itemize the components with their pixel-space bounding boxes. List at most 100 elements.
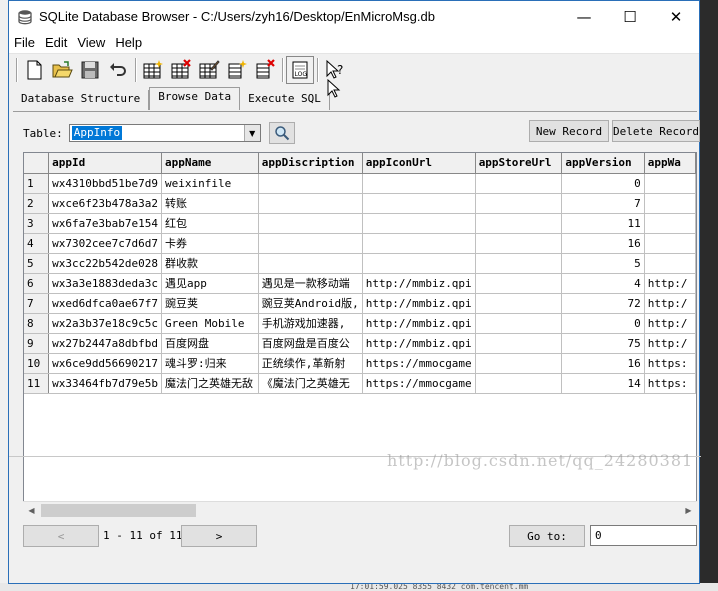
row-number[interactable]: 1 [24,173,50,194]
row-number[interactable]: 5 [24,253,50,274]
cell-appiconurl[interactable] [362,213,476,234]
cell-appwa[interactable] [644,233,696,254]
create-table-button[interactable] [139,56,167,84]
cell-appname[interactable]: 百度网盘 [161,333,259,354]
column-header-appname[interactable]: appName [161,153,259,174]
cell-appstoreurl[interactable] [475,173,563,194]
cell-appname[interactable]: 遇见app [161,273,259,294]
cell-appiconurl[interactable]: http://mmbiz.qpi [362,313,476,334]
row-number[interactable]: 11 [24,373,50,394]
table-row[interactable]: 10 wx6ce9dd56690217 魂斗罗:归来 正统续作,革新射 https://… [24,353,696,374]
cell-appname[interactable]: 转账 [161,193,259,214]
cell-appdiscription[interactable] [258,233,363,254]
cell-appid[interactable]: wx33464fb7d79e5b [48,373,163,394]
cell-appversion[interactable]: 14 [561,373,645,394]
menu-help[interactable]: Help [115,35,142,50]
next-page-button[interactable]: > [181,525,257,547]
column-header-appid[interactable]: appId [48,153,163,174]
row-number[interactable]: 6 [24,273,50,294]
cell-appid[interactable]: wx3a3e1883deda3c [48,273,163,294]
cell-appwa[interactable]: http:/ [644,313,696,334]
column-header-appdiscription[interactable]: appDiscription [258,153,363,174]
row-number[interactable]: 8 [24,313,50,334]
tab-browse-data[interactable]: Browse Data [149,87,241,110]
cell-appwa[interactable] [644,193,696,214]
row-number[interactable]: 10 [24,353,50,374]
menu-view[interactable]: View [77,35,105,50]
cell-appdiscription[interactable]: 手机游戏加速器, [258,313,363,334]
cell-appname[interactable]: 红包 [161,213,259,234]
goto-button[interactable]: Go to: [509,525,585,547]
table-combobox[interactable]: AppInfo ▼ [68,124,261,142]
cell-appwa[interactable]: http:/ [644,293,696,314]
column-header-appstoreurl[interactable]: appStoreUrl [475,153,563,174]
cell-appiconurl[interactable] [362,233,476,254]
table-row[interactable]: 5 wx3cc22b542de028 群收款 5 [24,253,696,274]
cell-appdiscription[interactable] [258,193,363,214]
log-button[interactable]: LOG [286,56,314,84]
cell-appid[interactable]: wx6fa7e3bab7e154 [48,213,163,234]
cell-appdiscription[interactable] [258,253,363,274]
cell-appid[interactable]: wx27b2447a8dbfbd [48,333,163,354]
cell-appversion[interactable]: 0 [561,173,645,194]
cell-appname[interactable]: 魔法门之英雄无敌 [161,373,259,394]
cell-appstoreurl[interactable] [475,333,563,354]
cell-appstoreurl[interactable] [475,213,563,234]
column-header-appversion[interactable]: appVersion [561,153,645,174]
cell-appversion[interactable]: 4 [561,273,645,294]
cell-appversion[interactable]: 72 [561,293,645,314]
cell-appiconurl[interactable]: https://mmocgame [362,373,476,394]
goto-input[interactable]: 0 [590,525,697,546]
cell-appversion[interactable]: 16 [561,233,645,254]
cell-appversion[interactable]: 75 [561,333,645,354]
cell-appstoreurl[interactable] [475,293,563,314]
cell-appwa[interactable]: https: [644,353,696,374]
cell-appversion[interactable]: 5 [561,253,645,274]
table-row[interactable]: 3 wx6fa7e3bab7e154 红包 11 [24,213,696,234]
cell-appname[interactable]: 卡券 [161,233,259,254]
search-button[interactable] [268,122,295,144]
scroll-left-icon[interactable]: ◀ [23,502,40,519]
table-row[interactable]: 9 wx27b2447a8dbfbd 百度网盘 百度网盘是百度公 http://mmbi… [24,333,696,354]
scroll-right-icon[interactable]: ▶ [680,502,697,519]
cell-appversion[interactable]: 0 [561,313,645,334]
cell-appiconurl[interactable]: http://mmbiz.qpi [362,273,476,294]
cell-appdiscription[interactable]: 百度网盘是百度公 [258,333,363,354]
delete-record-button[interactable]: Delete Record [612,120,700,142]
cell-appiconurl[interactable]: http://mmbiz.qpi [362,293,476,314]
row-number[interactable]: 7 [24,293,50,314]
cell-appid[interactable]: wx7302cee7c7d6d7 [48,233,163,254]
cell-appiconurl[interactable]: http://mmbiz.qpi [362,333,476,354]
cell-appstoreurl[interactable] [475,273,563,294]
previous-page-button[interactable]: < [23,525,99,547]
menu-file[interactable]: File [14,35,35,50]
cell-appiconurl[interactable] [362,173,476,194]
cell-appname[interactable]: weixinfile [161,173,259,194]
cell-appwa[interactable]: https: [644,373,696,394]
cell-appstoreurl[interactable] [475,313,563,334]
cell-appiconurl[interactable] [362,253,476,274]
cell-appdiscription[interactable]: 遇见是一款移动端 [258,273,363,294]
cell-appid[interactable]: wx4310bbd51be7d9 [48,173,163,194]
delete-index-button[interactable] [251,56,279,84]
tab-database-structure[interactable]: Database Structure [13,90,150,110]
cell-appname[interactable]: 豌豆荚 [161,293,259,314]
cell-appstoreurl[interactable] [475,193,563,214]
table-row[interactable]: 2 wxce6f23b478a3a2 转账 7 [24,193,696,214]
cell-appversion[interactable]: 11 [561,213,645,234]
cell-appstoreurl[interactable] [475,353,563,374]
cell-appid[interactable]: wxed6dfca0ae67f7 [48,293,163,314]
menu-edit[interactable]: Edit [45,35,67,50]
delete-table-button[interactable] [167,56,195,84]
cell-appid[interactable]: wxce6f23b478a3a2 [48,193,163,214]
cell-appstoreurl[interactable] [475,233,563,254]
cell-appdiscription[interactable]: 《魔法门之英雄无 [258,373,363,394]
table-row[interactable]: 7 wxed6dfca0ae67f7 豌豆荚 豌豆荚Android版, http://m… [24,293,696,314]
table-row[interactable]: 1 wx4310bbd51be7d9 weixinfile 0 [24,173,696,194]
table-row[interactable]: 8 wx2a3b37e18c9c5c Green Mobile 手机游戏加速器, htt… [24,313,696,334]
row-number[interactable]: 2 [24,193,50,214]
row-number[interactable]: 9 [24,333,50,354]
cell-appid[interactable]: wx2a3b37e18c9c5c [48,313,163,334]
cell-appid[interactable]: wx6ce9dd56690217 [48,353,163,374]
new-database-button[interactable] [20,56,48,84]
